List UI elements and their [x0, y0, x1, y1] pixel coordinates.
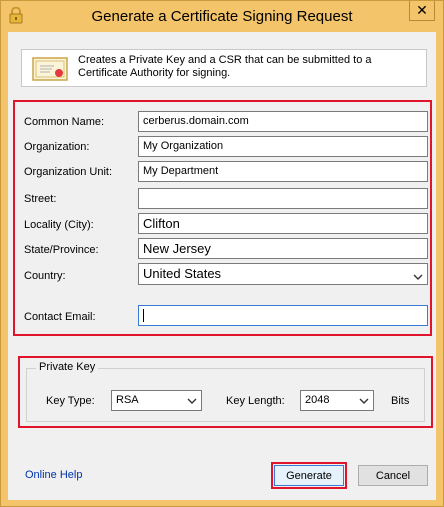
info-text: Creates a Private Key and a CSR that can… [78, 54, 372, 79]
private-key-group: Key Type: RSA Key Length: 2048 Bits [26, 368, 425, 422]
title-bar[interactable]: Generate a Certificate Signing Request ✕ [1, 1, 443, 31]
dialog-body: Creates a Private Key and a CSR that can… [8, 32, 436, 500]
state-input[interactable]: New Jersey [138, 238, 428, 259]
country-select[interactable]: United States [138, 263, 428, 285]
info-panel: Creates a Private Key and a CSR that can… [21, 49, 427, 87]
certificate-icon [32, 57, 68, 81]
key-length-label: Key Length: [226, 395, 285, 407]
bits-label: Bits [391, 395, 410, 407]
private-key-highlight: Key Type: RSA Key Length: 2048 Bits Priv… [18, 356, 433, 428]
key-type-label: Key Type: [46, 395, 95, 407]
chevron-down-icon [413, 269, 423, 280]
organization-input[interactable]: My Organization [138, 136, 428, 157]
common-name-input[interactable]: cerberus.domain.com [138, 111, 428, 132]
close-icon: ✕ [416, 2, 428, 18]
common-name-label: Common Name: [24, 116, 105, 128]
street-input[interactable] [138, 188, 428, 209]
country-label: Country: [24, 270, 66, 282]
locality-input[interactable]: Clifton [138, 213, 428, 234]
close-button[interactable]: ✕ [409, 1, 435, 21]
organization-unit-label: Organization Unit: [24, 166, 113, 178]
online-help-link[interactable]: Online Help [25, 469, 82, 481]
street-label: Street: [24, 193, 57, 205]
cancel-button[interactable]: Cancel [358, 465, 428, 486]
organization-label: Organization: [24, 141, 90, 153]
subject-fields-group: Common Name: cerberus.domain.com Organiz… [13, 100, 432, 336]
text-caret [143, 308, 144, 322]
generate-button[interactable]: Generate [274, 465, 344, 486]
state-label: State/Province: [24, 244, 99, 256]
window-title: Generate a Certificate Signing Request [91, 8, 353, 25]
organization-unit-input[interactable]: My Department [138, 161, 428, 182]
key-type-select[interactable]: RSA [111, 390, 202, 411]
locality-label: Locality (City): [24, 219, 94, 231]
contact-email-input[interactable] [138, 305, 428, 326]
private-key-legend: Private Key [36, 361, 99, 373]
dialog-window: Generate a Certificate Signing Request ✕… [0, 0, 444, 507]
key-length-select[interactable]: 2048 [300, 390, 374, 411]
contact-email-label: Contact Email: [24, 311, 96, 323]
chevron-down-icon [187, 396, 197, 404]
chevron-down-icon [359, 396, 369, 404]
